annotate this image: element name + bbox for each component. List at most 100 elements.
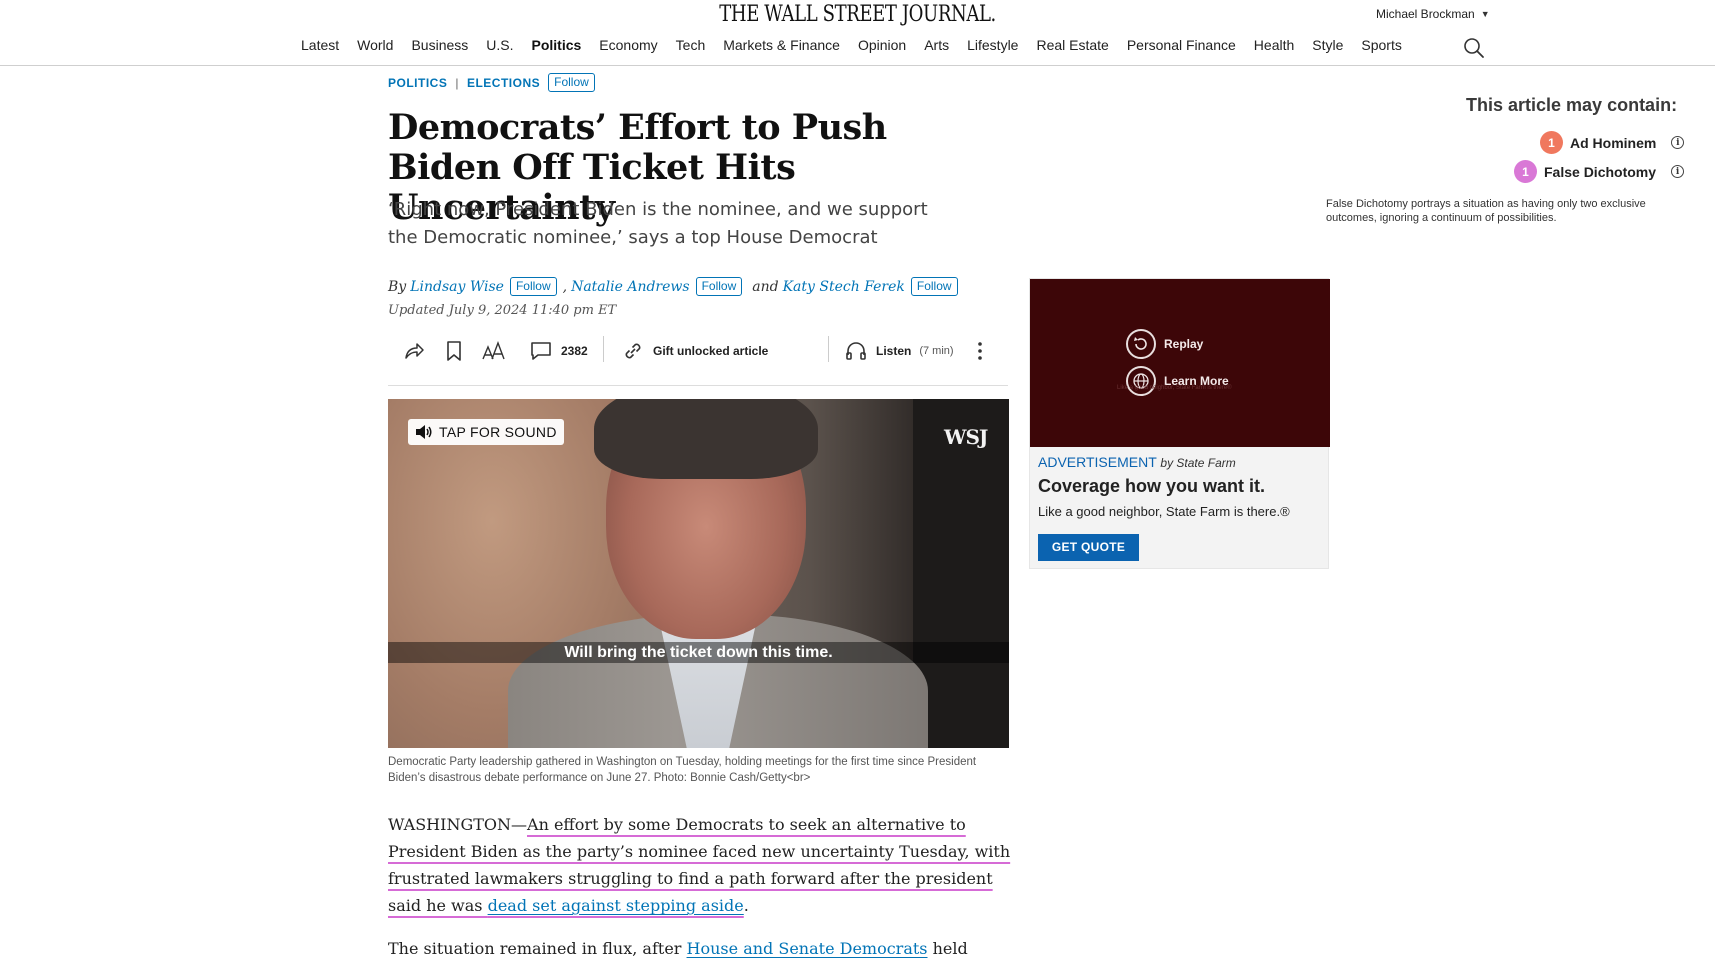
fallacy-name: False Dichotomy [1544,163,1657,180]
article-flags: POLITICS | ELECTIONS Follow [388,73,595,92]
get-quote-button[interactable]: GET QUOTE [1038,534,1139,561]
comment-icon [531,342,551,360]
paragraph-end: . [743,896,749,915]
text-size-button[interactable] [481,334,507,368]
nav-item-lifestyle[interactable]: Lifestyle [967,37,1018,53]
paragraph-text: The situation remained in flux, after [388,939,687,958]
ad-learn-more-button[interactable]: Learn More [1126,366,1229,396]
ad-label-text: ADVERTISEMENT [1038,454,1157,470]
speaker-icon [416,425,432,439]
inline-link-dead-set[interactable]: dead set against stepping aside [488,896,744,915]
globe-icon [1126,366,1156,396]
nav-item-sports[interactable]: Sports [1361,37,1401,53]
gift-article-label: Gift unlocked article [653,344,769,358]
author-link-lindsay-wise[interactable]: Lindsay Wise [410,279,504,295]
more-options-button[interactable] [975,334,985,368]
ad-subtitle: Like a good neighbor, State Farm is ther… [1038,504,1290,519]
headphones-icon [846,342,866,360]
follow-author-button[interactable]: Follow [910,277,958,296]
nav-item-style[interactable]: Style [1312,37,1343,53]
article-dek: ‘Right now, President Biden is the nomin… [388,199,928,248]
follow-topic-button[interactable]: Follow [548,73,595,92]
main-nav: Latest World Business U.S. Politics Econ… [301,37,1402,53]
search-icon[interactable] [1463,37,1485,59]
fallacy-count-badge: 1 [1514,160,1537,183]
nav-item-opinion[interactable]: Opinion [858,37,906,53]
nav-item-business[interactable]: Business [411,37,468,53]
nav-item-economy[interactable]: Economy [599,37,657,53]
ad-media[interactable]: Replay Learn More Like a good neighbor, … [1030,279,1330,447]
follow-author-button[interactable]: Follow [509,277,557,296]
nav-item-latest[interactable]: Latest [301,37,339,53]
nav-item-arts[interactable]: Arts [924,37,949,53]
flag-politics[interactable]: POLITICS [388,76,447,90]
bookmark-icon [447,341,461,361]
article-toolbar: 2382 Gift unlocked article Listen (7 min… [388,330,1008,386]
flag-separator: | [455,75,459,90]
fallacy-name: Ad Hominem [1570,134,1657,151]
toolbar-divider [603,336,604,362]
listen-button[interactable]: Listen (7 min) [844,334,954,368]
more-vertical-icon [978,342,982,360]
video-subtitle: Will bring the ticket down this time. [388,642,1009,663]
replay-icon [1126,329,1156,359]
user-menu[interactable]: Michael Brockman ▼ [1376,7,1490,21]
ad-replay-button[interactable]: Replay [1126,329,1203,359]
nav-item-us[interactable]: U.S. [486,37,513,53]
fallacy-count-badge: 1 [1540,131,1563,154]
nav-item-tech[interactable]: Tech [676,37,706,53]
nav-item-world[interactable]: World [357,37,393,53]
ad-sponsor: by State Farm [1160,456,1236,470]
info-icon[interactable]: i [1671,136,1685,149]
nav-item-personal-finance[interactable]: Personal Finance [1127,37,1236,53]
nav-item-markets-finance[interactable]: Markets & Finance [723,37,840,53]
info-icon[interactable]: i [1671,165,1685,178]
link-icon [625,343,641,359]
ad-title: Coverage how you want it. [1038,476,1266,496]
share-icon [405,343,424,359]
video-caption: Democratic Party leadership gathered in … [388,756,977,784]
follow-author-button[interactable]: Follow [695,277,743,296]
replay-label: Replay [1164,337,1204,351]
chevron-down-icon: ▼ [1480,9,1490,19]
share-button[interactable] [402,334,426,368]
advertisement[interactable]: Replay Learn More Like a good neighbor, … [1029,278,1330,569]
nav-item-politics[interactable]: Politics [532,37,582,53]
ad-label: ADVERTISEMENT by State Farm [1038,454,1236,470]
dateline: WASHINGTON— [388,815,528,834]
flag-elections[interactable]: ELECTIONS [467,76,540,90]
fallacy-item-false-dichotomy[interactable]: 1 False Dichotomy i [1514,160,1685,183]
ad-tagline-faint: Like a good neighbor, State Farm is ther… [1117,385,1232,391]
wsj-logo[interactable]: THE WALL STREET JOURNAL. [154,2,1560,27]
save-button[interactable] [444,334,464,368]
user-name: Michael Brockman [1376,7,1475,21]
comments-count: 2382 [561,344,588,358]
article-body: WASHINGTON—An effort by some Democrats t… [388,811,1013,960]
byline: By Lindsay Wise Follow , Natalie Andrews… [388,277,960,296]
author-link-natalie-andrews[interactable]: Natalie Andrews [571,279,690,295]
wsj-watermark: WSJ [944,425,988,449]
tap-for-sound-label: TAP FOR SOUND [439,424,557,440]
nav-item-real-estate[interactable]: Real Estate [1036,37,1108,53]
inline-link-house-senate-democrats[interactable]: House and Senate Democrats [687,939,928,958]
video-frame-hair [594,399,818,479]
comments-button[interactable]: 2382 [529,334,588,368]
toolbar-divider [828,336,829,362]
nav-item-health[interactable]: Health [1254,37,1294,53]
updated-timestamp: Updated July 9, 2024 11:40 pm ET [388,303,617,318]
paragraph-text: held [927,939,968,958]
article-paragraph: WASHINGTON—An effort by some Democrats t… [388,811,1013,919]
fallacy-panel-title: This article may contain: [1466,95,1678,115]
fallacy-description: False Dichotomy portrays a situation as … [1326,198,1646,224]
listen-label: Listen [876,344,912,358]
tap-for-sound-button[interactable]: TAP FOR SOUND [408,419,564,445]
site-header: THE WALL STREET JOURNAL. Michael Brockma… [0,0,1715,66]
byline-by: By [388,278,407,295]
author-link-katy-stech-ferek[interactable]: Katy Stech Ferek [783,279,905,295]
video-player[interactable]: TAP FOR SOUND WSJ Will bring the ticket … [388,399,1009,748]
listen-duration: (7 min) [919,345,954,357]
fallacy-item-ad-hominem[interactable]: 1 Ad Hominem i [1540,131,1685,154]
byline-comma: , [562,278,568,295]
gift-article-button[interactable]: Gift unlocked article [621,334,768,368]
article-paragraph: The situation remained in flux, after Ho… [388,935,1013,960]
